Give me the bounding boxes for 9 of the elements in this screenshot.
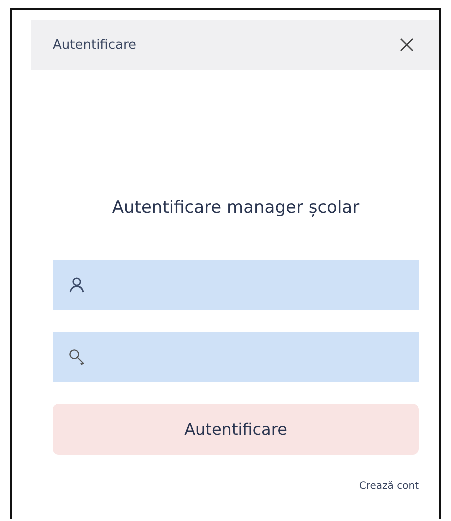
- dialog-title: Autentificare: [53, 38, 137, 52]
- key-icon: [69, 349, 85, 365]
- user-icon: [69, 277, 85, 293]
- close-icon[interactable]: [400, 38, 414, 52]
- password-field[interactable]: [53, 332, 419, 382]
- username-field[interactable]: [53, 260, 419, 310]
- form-heading: Autentificare manager școlar: [111, 198, 361, 218]
- login-button[interactable]: Autentificare: [53, 404, 419, 455]
- create-account-link[interactable]: Crează cont: [359, 481, 419, 492]
